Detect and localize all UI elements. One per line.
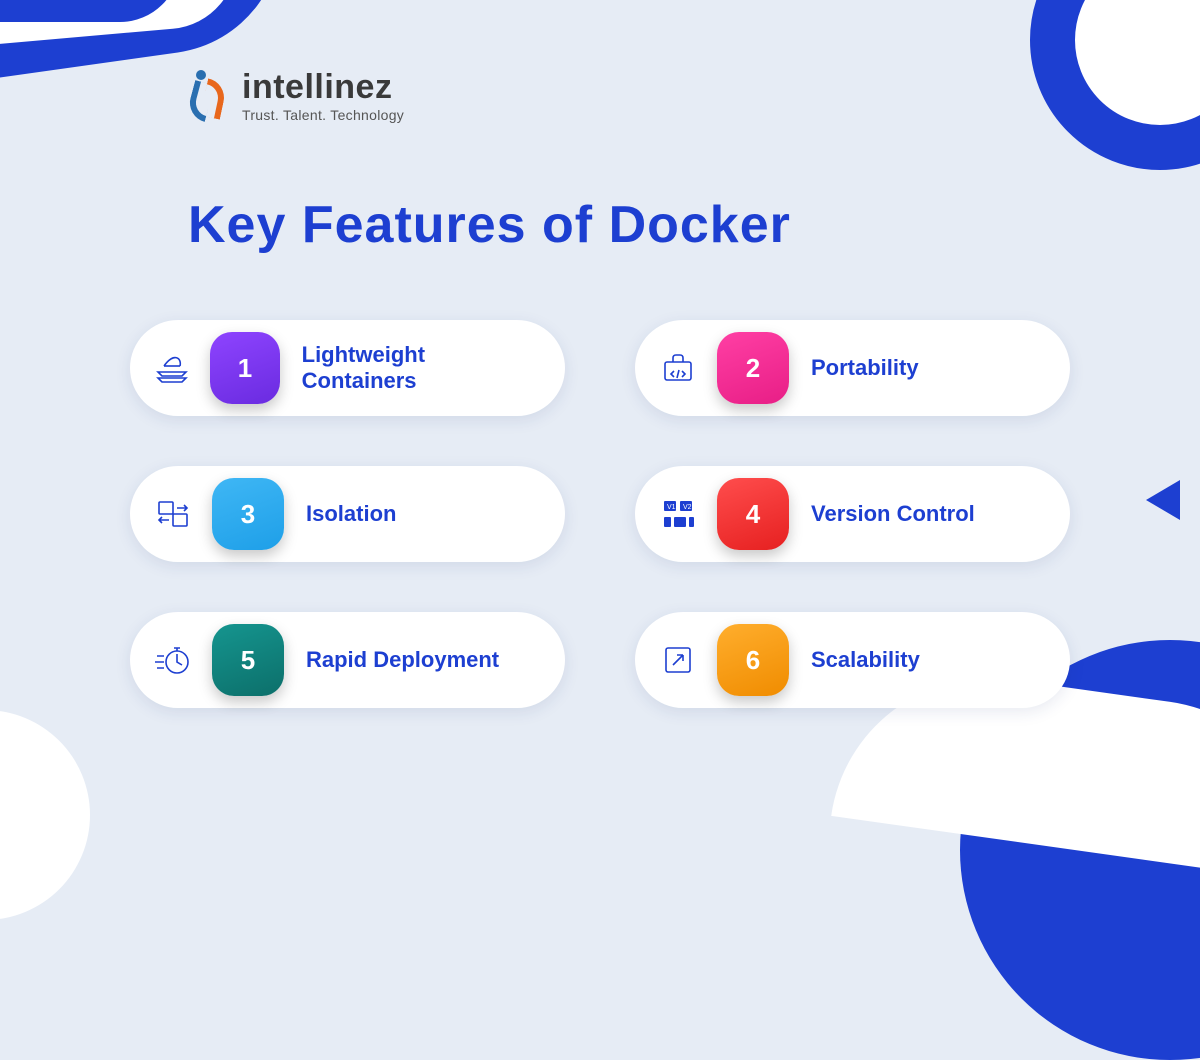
feature-item-5: 5 Rapid Deployment <box>130 612 565 708</box>
stopwatch-speed-icon <box>150 637 196 683</box>
feature-label: Version Control <box>811 501 975 527</box>
brand-logo: intellinez Trust. Talent. Technology <box>190 68 404 123</box>
feature-item-1: 1 Lightweight Containers <box>130 320 565 416</box>
version-blocks-icon: V1 V2 <box>655 491 701 537</box>
feature-label: Lightweight Containers <box>302 342 537 395</box>
feature-label: Rapid Deployment <box>306 647 499 673</box>
corner-ring-top-right <box>1030 0 1200 170</box>
feature-item-6: 6 Scalability <box>635 612 1070 708</box>
feature-number-badge: 1 <box>210 332 279 404</box>
corner-circle-bottom-left <box>0 710 90 920</box>
page-title: Key Features of Docker <box>188 195 791 255</box>
brand-name: intellinez <box>242 68 404 107</box>
feature-item-2: 2 Portability <box>635 320 1070 416</box>
briefcase-code-icon <box>655 345 701 391</box>
brand-tagline: Trust. Talent. Technology <box>242 107 404 123</box>
feature-number-badge: 4 <box>717 478 789 550</box>
expand-icon <box>655 637 701 683</box>
feature-number-badge: 5 <box>212 624 284 696</box>
svg-text:V1: V1 <box>667 504 676 511</box>
feature-label: Isolation <box>306 501 396 527</box>
feature-number-badge: 6 <box>717 624 789 696</box>
feature-number-badge: 3 <box>212 478 284 550</box>
feature-item-4: V1 V2 4 Version Control <box>635 466 1070 562</box>
feature-label: Scalability <box>811 647 920 673</box>
svg-text:V2: V2 <box>683 504 692 511</box>
features-grid: 1 Lightweight Containers 2 Portability 3… <box>130 320 1070 708</box>
feature-label: Portability <box>811 355 919 381</box>
triangle-accent-icon <box>1146 480 1180 520</box>
feature-item-3: 3 Isolation <box>130 466 565 562</box>
swap-panels-icon <box>150 491 196 537</box>
brand-logo-mark-icon <box>190 70 232 122</box>
feature-number-badge: 2 <box>717 332 789 404</box>
feather-layers-icon <box>150 345 194 391</box>
